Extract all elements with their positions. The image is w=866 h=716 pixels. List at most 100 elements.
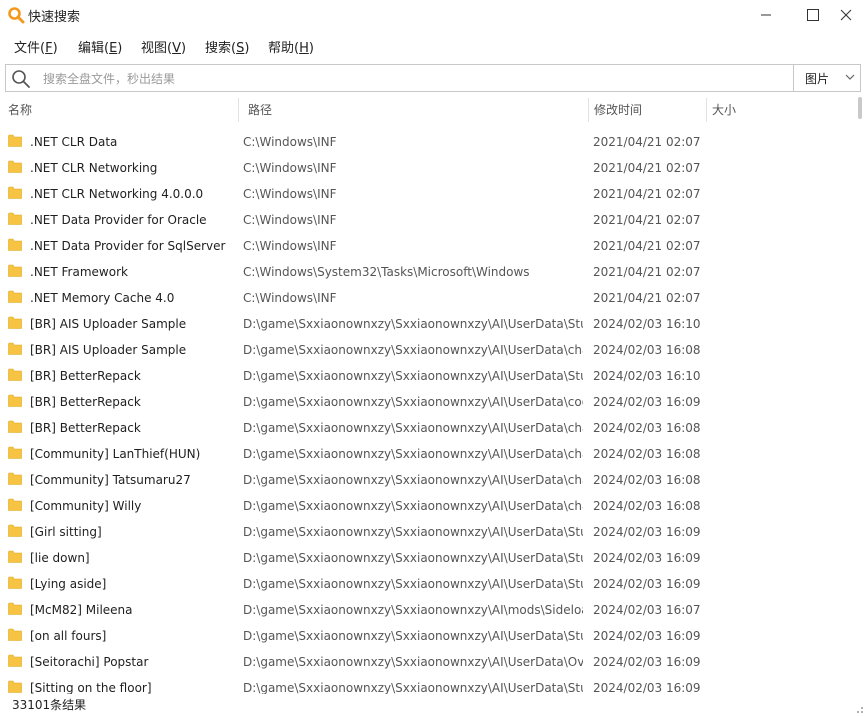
cell-name: .NET CLR Networking	[30, 161, 158, 175]
folder-icon	[8, 602, 22, 615]
cell-modified: 2024/02/03 16:08	[593, 421, 701, 435]
cell-modified: 2024/02/03 16:10	[593, 369, 701, 383]
close-button[interactable]	[826, 0, 866, 30]
menu-file[interactable]: 文件(F)	[14, 37, 58, 56]
table-row[interactable]: .NET Data Provider for SqlServer C:\Windo…	[0, 234, 856, 260]
folder-icon	[8, 342, 22, 355]
cell-path: D:\game\Sxxiaonownxzy\Sxxiaonownxzy\AI\U…	[243, 629, 583, 643]
table-row[interactable]: .NET Framework C:\Windows\System32\Tasks\…	[0, 260, 856, 286]
cell-name: [Sitting on the floor]	[30, 681, 152, 694]
column-path-header[interactable]: 路径	[248, 96, 588, 124]
folder-icon	[8, 186, 22, 199]
table-row[interactable]: [BR] BetterRepack D:\game\Sxxiaonownxzy\S…	[0, 416, 856, 442]
table-row[interactable]: .NET CLR Networking C:\Windows\INF 2021/04…	[0, 156, 856, 182]
table-row[interactable]: [McM82] Mileena D:\game\Sxxiaonownxzy\Sxx…	[0, 598, 856, 624]
scrollbar-thumb[interactable]	[858, 97, 862, 119]
minimize-icon	[761, 14, 771, 16]
table-row[interactable]: .NET Data Provider for Oracle C:\Windows\…	[0, 208, 856, 234]
table-row[interactable]: [BR] AIS Uploader Sample D:\game\Sxxiaono…	[0, 338, 856, 364]
cell-name: [on all fours]	[30, 629, 107, 643]
table-row[interactable]: .NET Memory Cache 4.0 C:\Windows\INF 2021/…	[0, 286, 856, 312]
folder-icon	[8, 680, 22, 693]
menu-view[interactable]: 视图(V)	[141, 37, 186, 56]
cell-modified: 2024/02/03 16:09	[593, 629, 701, 643]
cell-path: D:\game\Sxxiaonownxzy\Sxxiaonownxzy\AI\U…	[243, 421, 583, 435]
minimize-button[interactable]	[746, 0, 786, 30]
table-row[interactable]: [on all fours] D:\game\Sxxiaonownxzy\Sxxi…	[0, 624, 856, 650]
menu-help[interactable]: 帮助(H)	[268, 37, 314, 56]
column-size-header[interactable]: 大小	[704, 96, 854, 124]
cell-name: .NET CLR Networking 4.0.0.0	[30, 187, 204, 201]
folder-icon	[8, 524, 22, 537]
table-row[interactable]: [Seitorachi] Popstar D:\game\Sxxiaonownxz…	[0, 650, 856, 676]
table-row[interactable]: [lie down] D:\game\Sxxiaonownxzy\Sxxiaono…	[0, 546, 856, 572]
cell-path: D:\game\Sxxiaonownxzy\Sxxiaonownxzy\AI\U…	[243, 343, 583, 357]
cell-path: C:\Windows\INF	[243, 213, 337, 227]
cell-modified: 2024/02/03 16:09	[593, 577, 701, 591]
column-name-header[interactable]: 名称	[0, 96, 238, 124]
folder-icon	[8, 472, 22, 485]
table-row[interactable]: .NET CLR Data C:\Windows\INF 2021/04/21 02…	[0, 130, 856, 156]
table-row[interactable]: .NET CLR Networking 4.0.0.0 C:\Windows\IN…	[0, 182, 856, 208]
folder-icon	[8, 238, 22, 251]
cell-path: D:\game\Sxxiaonownxzy\Sxxiaonownxzy\AI\U…	[243, 655, 583, 669]
table-row[interactable]: [Sitting on the floor] D:\game\Sxxiaonown…	[0, 676, 856, 694]
table-row[interactable]: [Community] LanThief(HUN) D:\game\Sxxiaon…	[0, 442, 856, 468]
cell-path: D:\game\Sxxiaonownxzy\Sxxiaonownxzy\AI\m…	[243, 603, 583, 617]
cell-path: C:\Windows\INF	[243, 161, 337, 175]
cell-path: D:\game\Sxxiaonownxzy\Sxxiaonownxzy\AI\U…	[243, 551, 583, 565]
cell-modified: 2024/02/03 16:09	[593, 395, 701, 409]
maximize-icon	[807, 9, 819, 21]
table-row[interactable]: [Lying aside] D:\game\Sxxiaonownxzy\Sxxia…	[0, 572, 856, 598]
cell-name: .NET Memory Cache 4.0	[30, 291, 175, 305]
table-row[interactable]: [Community] Willy D:\game\Sxxiaonownxzy\S…	[0, 494, 856, 520]
search-bar: 图片	[5, 64, 861, 92]
column-modified-header[interactable]: 修改时间	[586, 96, 706, 124]
menu-edit[interactable]: 编辑(E)	[78, 37, 122, 56]
cell-modified: 2024/02/03 16:08	[593, 473, 701, 487]
folder-icon	[8, 628, 22, 641]
folder-icon	[8, 160, 22, 173]
table-row[interactable]: [BR] BetterRepack D:\game\Sxxiaonownxzy\S…	[0, 364, 856, 390]
cell-name: .NET CLR Data	[30, 135, 118, 149]
cell-name: [Community] LanThief(HUN)	[30, 447, 201, 461]
cell-modified: 2024/02/03 16:09	[593, 655, 701, 669]
column-divider[interactable]	[238, 98, 239, 122]
menu-search[interactable]: 搜索(S)	[205, 37, 249, 56]
cell-path: D:\game\Sxxiaonownxzy\Sxxiaonownxzy\AI\U…	[243, 317, 583, 331]
cell-name: [BR] BetterRepack	[30, 395, 141, 409]
cell-name: [BR] AIS Uploader Sample	[30, 343, 187, 357]
table-row[interactable]: [BR] BetterRepack D:\game\Sxxiaonownxzy\S…	[0, 390, 856, 416]
cell-name: [Community] Tatsumaru27	[30, 473, 191, 487]
cell-path: D:\game\Sxxiaonownxzy\Sxxiaonownxzy\AI\U…	[243, 395, 583, 409]
filter-dropdown[interactable]: 图片	[793, 65, 861, 91]
table-row[interactable]: [Girl sitting] D:\game\Sxxiaonownxzy\Sxxi…	[0, 520, 856, 546]
app-search-icon	[8, 7, 25, 24]
cell-modified: 2024/02/03 16:07	[593, 603, 701, 617]
search-icon	[12, 70, 30, 88]
cell-modified: 2021/04/21 02:07	[593, 213, 701, 227]
cell-modified: 2024/02/03 16:09	[593, 681, 701, 694]
resize-grip-icon[interactable]	[854, 704, 864, 714]
cell-modified: 2021/04/21 02:07	[593, 135, 701, 149]
search-input[interactable]	[41, 68, 785, 90]
table-row[interactable]: [BR] AIS Uploader Sample D:\game\Sxxiaono…	[0, 312, 856, 338]
vertical-scrollbar[interactable]	[856, 96, 866, 694]
folder-icon	[8, 134, 22, 147]
cell-modified: 2021/04/21 02:07	[593, 239, 701, 253]
cell-name: [McM82] Mileena	[30, 603, 133, 617]
cell-path: C:\Windows\INF	[243, 291, 337, 305]
cell-modified: 2024/02/03 16:09	[593, 551, 701, 565]
cell-name: [BR] BetterRepack	[30, 369, 141, 383]
cell-path: C:\Windows\INF	[243, 239, 337, 253]
folder-icon	[8, 654, 22, 667]
cell-name: [Seitorachi] Popstar	[30, 655, 149, 669]
folder-icon	[8, 368, 22, 381]
cell-modified: 2024/02/03 16:08	[593, 499, 701, 513]
cell-name: [Girl sitting]	[30, 525, 102, 539]
cell-path: D:\game\Sxxiaonownxzy\Sxxiaonownxzy\AI\U…	[243, 499, 583, 513]
table-row[interactable]: [Community] Tatsumaru27 D:\game\Sxxiaonow…	[0, 468, 856, 494]
folder-icon	[8, 264, 22, 277]
cell-path: D:\game\Sxxiaonownxzy\Sxxiaonownxzy\AI\U…	[243, 525, 583, 539]
cell-modified: 2024/02/03 16:08	[593, 343, 701, 357]
